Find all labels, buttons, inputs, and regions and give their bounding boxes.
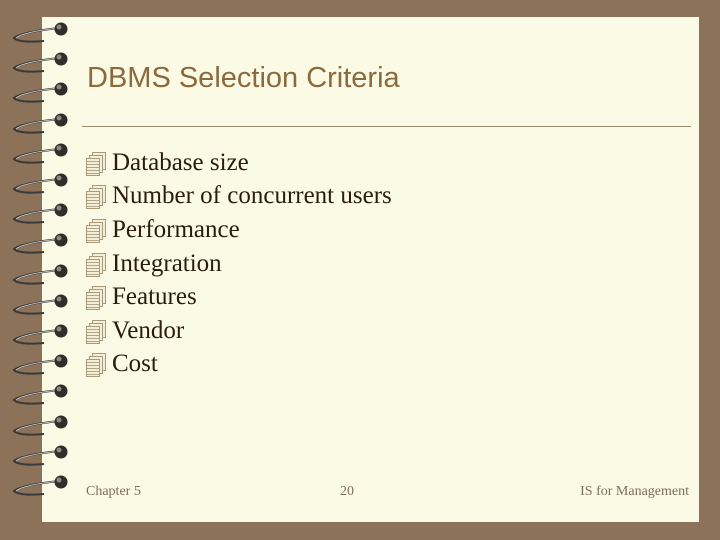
stacked-pages-icon [86, 252, 106, 277]
spiral-ring-icon [8, 18, 70, 44]
bullet-item: Features [86, 280, 392, 314]
spiral-ring-icon [8, 441, 70, 467]
spiral-ring-icon [8, 109, 70, 135]
spiral-ring-icon [8, 290, 70, 316]
bullet-item: Database size [86, 146, 392, 180]
stacked-pages-icon [86, 151, 106, 176]
bullet-text: Performance [112, 215, 240, 243]
bullet-text: Database size [112, 148, 249, 176]
footer-chapter: Chapter 5 [86, 484, 141, 499]
stacked-pages-icon [86, 185, 106, 210]
bullet-item: Integration [86, 247, 392, 281]
bullet-text: Number of concurrent users [112, 182, 392, 210]
spiral-ring-icon [8, 411, 70, 437]
bullet-item: Performance [86, 213, 392, 247]
spiral-ring-icon [8, 48, 70, 74]
stacked-pages-icon [86, 319, 106, 344]
bullet-text: Vendor [112, 316, 185, 344]
stacked-pages-icon [86, 218, 106, 243]
spiral-ring-icon [8, 380, 70, 406]
title-divider [82, 126, 691, 127]
footer-page-number: 20 [340, 484, 354, 499]
spiral-ring-icon [8, 471, 70, 497]
footer-course: IS for Management [580, 484, 689, 499]
spiral-ring-icon [8, 139, 70, 165]
bullet-item: Vendor [86, 314, 392, 348]
spiral-ring-icon [8, 320, 70, 346]
bullet-text: Features [112, 283, 197, 311]
spiral-ring-icon [8, 229, 70, 255]
spiral-ring-icon [8, 260, 70, 286]
bullet-item: Number of concurrent users [86, 180, 392, 214]
bullet-list: Database size Number of concurrent users… [86, 146, 392, 381]
spiral-ring-icon [8, 169, 70, 195]
stacked-pages-icon [86, 353, 106, 378]
spiral-ring-icon [8, 78, 70, 104]
bullet-text: Cost [112, 350, 158, 378]
bullet-text: Integration [112, 249, 222, 277]
slide-title: DBMS Selection Criteria [87, 62, 400, 94]
spiral-ring-icon [8, 350, 70, 376]
bullet-item: Cost [86, 348, 392, 382]
spiral-ring-icon [8, 199, 70, 225]
stacked-pages-icon [86, 286, 106, 311]
